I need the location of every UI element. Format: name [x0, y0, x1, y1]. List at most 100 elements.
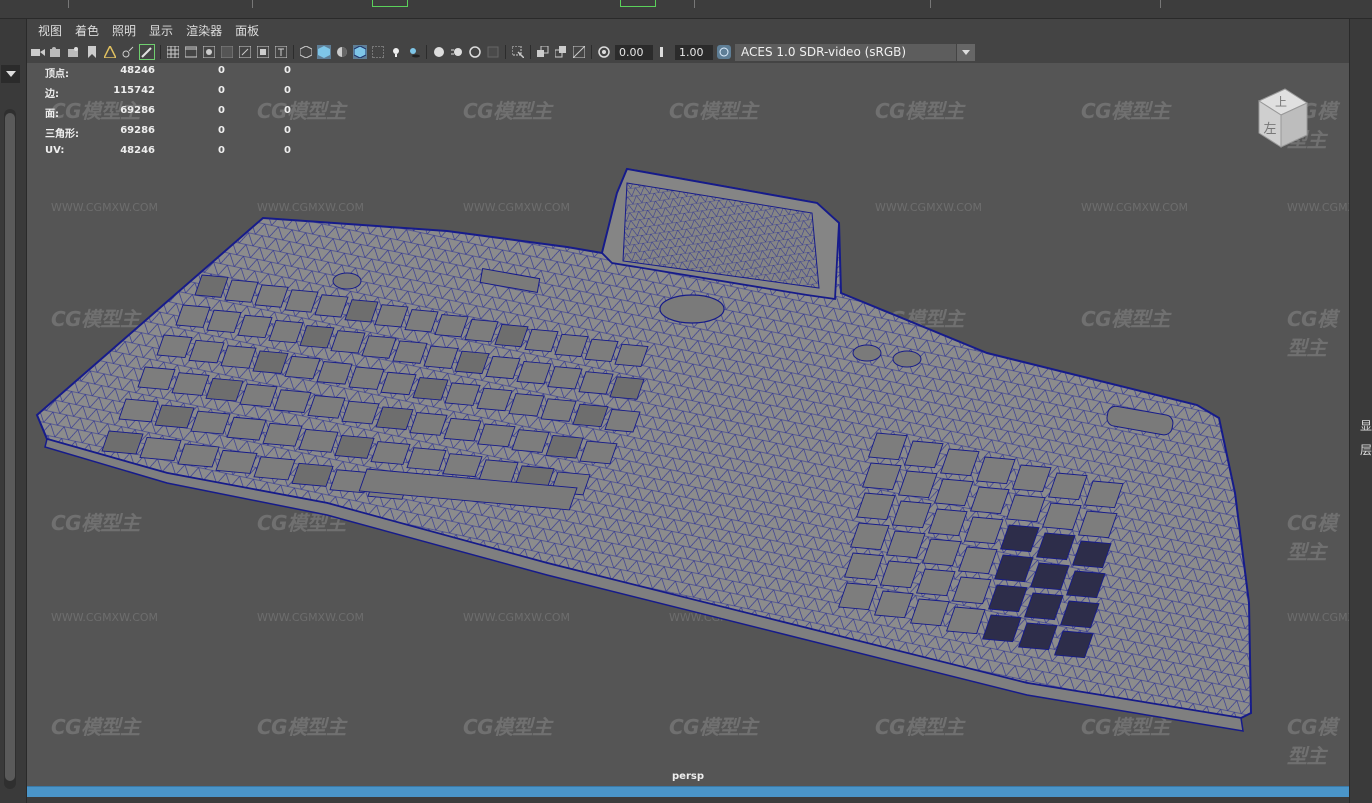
viewcube-top-face[interactable]: 上	[1275, 95, 1287, 109]
hud-label: 边:	[45, 89, 59, 100]
keycap	[579, 440, 618, 465]
keycap	[545, 434, 584, 459]
menu-lighting[interactable]: 照明	[112, 22, 136, 39]
wireframe-on-shaded-icon[interactable]	[353, 45, 367, 59]
hud-value: 48246	[120, 65, 155, 76]
use-all-lights-icon[interactable]	[389, 45, 403, 59]
keycap	[409, 412, 448, 436]
gamma-icon[interactable]	[657, 45, 671, 59]
keycap	[298, 428, 339, 453]
safe-title-icon[interactable]	[274, 45, 288, 59]
menu-show[interactable]: 显示	[149, 22, 173, 39]
keycap	[443, 417, 482, 442]
hud-value: 0	[284, 65, 291, 76]
keycap	[253, 456, 296, 481]
keycap	[291, 462, 334, 487]
toolbar-separator	[530, 45, 531, 59]
isolate-select-icon[interactable]	[511, 45, 525, 59]
exposure-field[interactable]: 0.00	[615, 44, 653, 60]
xray-joints-icon[interactable]	[536, 45, 550, 59]
menu-view[interactable]: 视图	[38, 22, 62, 39]
hud-value: 115742	[113, 85, 155, 96]
hud-value: 0	[218, 125, 225, 136]
keycap	[101, 430, 144, 455]
menu-renderer[interactable]: 渲染器	[186, 22, 222, 39]
keycap	[375, 406, 414, 431]
exposure-icon[interactable]	[597, 45, 611, 59]
keycap	[139, 436, 182, 461]
collapse-arrow-button[interactable]	[1, 65, 20, 83]
channel-label-2: 层	[1360, 443, 1372, 457]
keycap	[226, 416, 267, 441]
channel-label-1: 显	[1360, 419, 1372, 433]
keycap	[177, 443, 220, 468]
smooth-shade-icon[interactable]	[317, 45, 331, 59]
left-side-panel	[0, 19, 27, 803]
resolution-gate-icon[interactable]	[202, 45, 216, 59]
keycap	[511, 429, 550, 453]
panel-menubar: 视图 着色 照明 显示 渲染器 面板	[27, 19, 1349, 41]
hud-row-vertices: 顶点: 48246 0 0	[41, 65, 301, 85]
film-gate-icon[interactable]	[184, 45, 198, 59]
chevron-down-icon	[956, 43, 975, 61]
shadows-icon[interactable]	[407, 45, 421, 59]
hud-value: 0	[218, 85, 225, 96]
field-chart-icon[interactable]	[238, 45, 252, 59]
hud-row-uvs: UV: 48246 0 0	[41, 145, 301, 165]
view-cube[interactable]: 上 左	[1251, 85, 1311, 155]
screen-space-ao-icon[interactable]	[432, 45, 446, 59]
backface-icon[interactable]	[572, 45, 586, 59]
hud-row-triangles: 三角形: 69286 0 0	[41, 125, 301, 145]
hud-value: 0	[218, 65, 225, 76]
keycap	[307, 395, 346, 419]
hud-value: 0	[284, 105, 291, 116]
grease-pencil-icon[interactable]	[139, 44, 155, 60]
hud-label: 顶点:	[45, 69, 69, 80]
image-plane-icon[interactable]	[103, 45, 117, 59]
color-management-icon[interactable]	[717, 45, 731, 59]
gate-mask-icon[interactable]	[220, 45, 234, 59]
right-side-panel: 显 层	[1349, 19, 1372, 803]
camera-select-icon[interactable]	[31, 45, 45, 59]
hud-label: 三角形:	[45, 129, 79, 140]
safe-action-icon[interactable]	[256, 45, 270, 59]
wireframe-icon[interactable]	[299, 45, 313, 59]
keycap	[118, 398, 159, 423]
hud-value: 0	[284, 85, 291, 96]
keycap	[477, 423, 516, 448]
depth-of-field-icon[interactable]	[486, 45, 500, 59]
keycap	[273, 389, 312, 413]
xray-active-icon[interactable]	[554, 45, 568, 59]
default-material-icon[interactable]	[335, 45, 349, 59]
menu-panels[interactable]: 面板	[235, 22, 259, 39]
2d-pan-icon[interactable]	[121, 45, 135, 59]
xray-icon[interactable]	[371, 45, 385, 59]
color-space-dropdown[interactable]: ACES 1.0 SDR-video (sRGB)	[735, 43, 975, 61]
grid-icon[interactable]	[166, 45, 180, 59]
hud-value: 69286	[120, 125, 155, 136]
toolbar-separator	[160, 45, 161, 59]
keyboard-wireframe-model[interactable]	[27, 63, 1349, 789]
hud-row-faces: 面: 69286 0 0	[41, 105, 301, 125]
multisample-aa-icon[interactable]	[468, 45, 482, 59]
top-strip	[0, 0, 1372, 19]
3d-viewport[interactable]: CG模型主 CG模型主 CG模型主 CG模型主 CG模型主 CG模型主 CG模型主 CG模型主…	[27, 63, 1349, 789]
hud-value: 0	[284, 125, 291, 136]
hud-label: 面:	[45, 109, 59, 120]
scrollbar-thumb[interactable]	[5, 113, 15, 781]
keycap	[239, 383, 278, 408]
gamma-field[interactable]: 1.00	[675, 44, 713, 60]
keycap	[190, 410, 231, 435]
keycap	[262, 422, 303, 447]
viewcube-left-face[interactable]: 左	[1263, 122, 1276, 137]
toolbar-separator	[293, 45, 294, 59]
camera-lock-icon[interactable]	[67, 45, 81, 59]
keycap	[341, 400, 380, 425]
vertical-scrollbar[interactable]	[4, 109, 16, 789]
camera-attributes-icon[interactable]	[49, 45, 63, 59]
hud-label: UV:	[45, 145, 65, 156]
motion-blur-icon[interactable]	[450, 45, 464, 59]
menu-shading[interactable]: 着色	[75, 22, 99, 39]
bookmark-icon[interactable]	[85, 45, 99, 59]
chevron-down-icon	[5, 71, 16, 77]
